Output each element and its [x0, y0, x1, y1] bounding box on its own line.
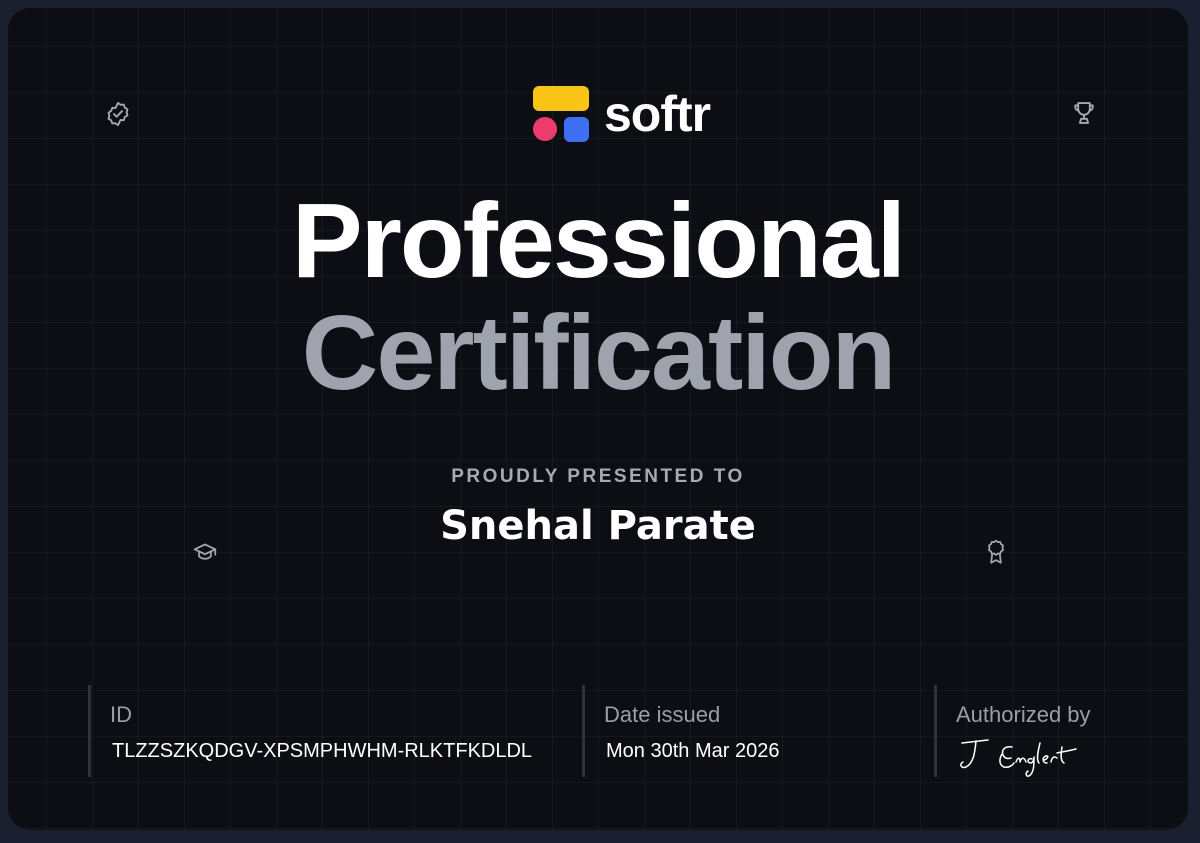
- authorized-section: Authorized by: [934, 685, 1167, 777]
- brand-name: softr: [604, 86, 711, 142]
- certificate-card: softr Professional Certification PROUDLY…: [8, 8, 1188, 830]
- certificate-title-line-2: Certification: [301, 294, 896, 412]
- date-issued-value: Mon 30th Mar 2026: [606, 740, 780, 762]
- date-issued-label: Date issued: [604, 702, 721, 727]
- trophy-icon: [1070, 99, 1098, 127]
- certificate-title-line-1: Professional: [291, 182, 906, 300]
- signature-image: [956, 735, 1096, 781]
- date-section: Date issued Mon 30th Mar 2026: [582, 685, 915, 777]
- id-section: ID TLZZSZKQDGV-XPSMPHWHM-RLKTFKDLDL: [88, 685, 571, 777]
- presented-to-label: PROUDLY PRESENTED TO: [451, 466, 745, 487]
- softr-logo-mark: [533, 86, 589, 142]
- softr-logo: softr: [533, 86, 711, 142]
- id-label: ID: [110, 702, 132, 727]
- authorized-by-label: Authorized by: [956, 702, 1091, 727]
- recipient-name: Snehal Parate: [440, 503, 756, 549]
- verified-badge-icon: [104, 100, 132, 128]
- id-value: TLZZSZKQDGV-XPSMPHWHM-RLKTFKDLDL: [112, 740, 533, 762]
